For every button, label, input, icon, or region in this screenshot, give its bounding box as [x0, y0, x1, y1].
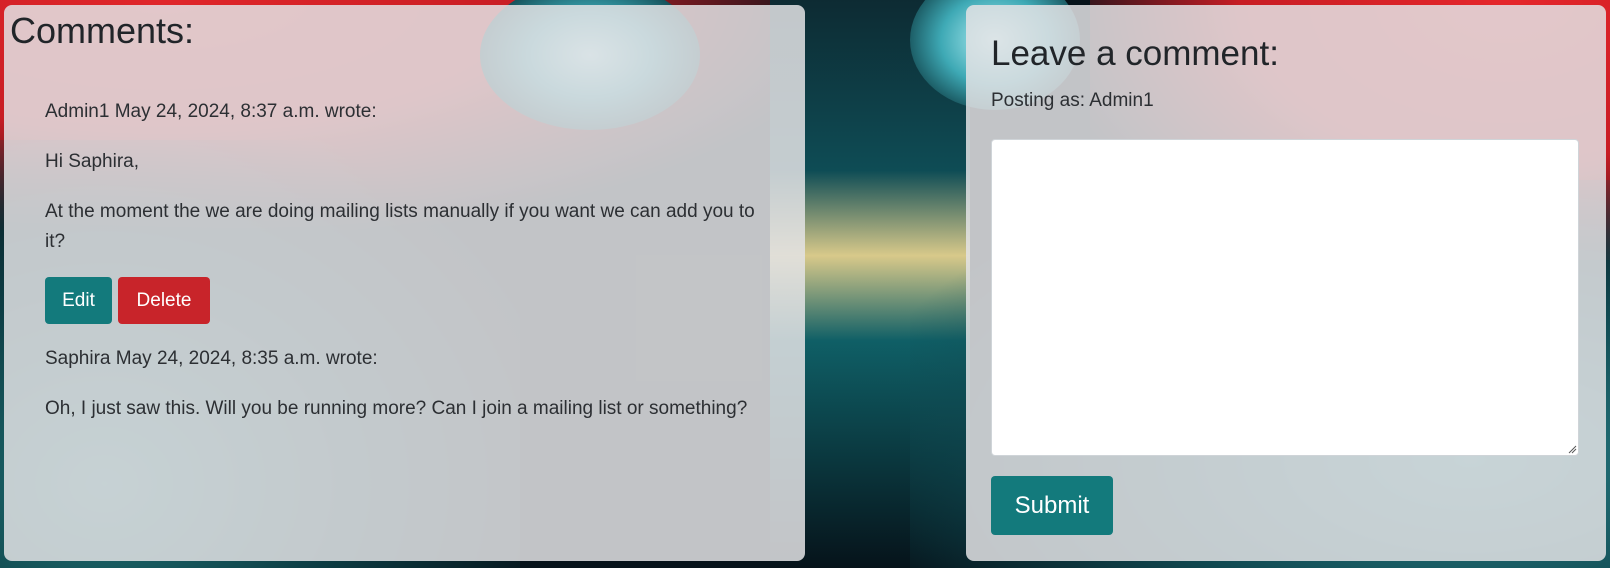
- comment-actions: Edit Delete: [45, 277, 765, 324]
- comments-panel: Comments: Admin1 May 24, 2024, 8:37 a.m.…: [4, 5, 805, 561]
- resize-handle-icon[interactable]: [1567, 444, 1577, 454]
- comment-greeting: Hi Saphira,: [45, 151, 139, 172]
- comment-meta: Admin1 May 24, 2024, 8:37 a.m. wrote:: [45, 101, 377, 122]
- comment-item: Admin1 May 24, 2024, 8:37 a.m. wrote: Hi…: [45, 97, 765, 324]
- edit-comment-button[interactable]: Edit: [45, 277, 112, 324]
- comment-meta: Saphira May 24, 2024, 8:35 a.m. wrote:: [45, 348, 378, 369]
- comment-form-panel: Leave a comment: Posting as: Admin1 Subm…: [966, 5, 1606, 561]
- submit-button[interactable]: Submit: [991, 476, 1113, 535]
- comment-body: At the moment the we are doing mailing l…: [45, 201, 755, 252]
- comment-form-title: Leave a comment:: [991, 34, 1279, 73]
- comments-title: Comments:: [10, 10, 195, 51]
- comment-item: Saphira May 24, 2024, 8:35 a.m. wrote: O…: [45, 344, 765, 444]
- comment-textarea[interactable]: [991, 139, 1579, 456]
- posting-as-label: Posting as: Admin1: [991, 90, 1154, 111]
- comment-body: Oh, I just saw this. Will you be running…: [45, 398, 748, 419]
- delete-comment-button[interactable]: Delete: [118, 277, 210, 324]
